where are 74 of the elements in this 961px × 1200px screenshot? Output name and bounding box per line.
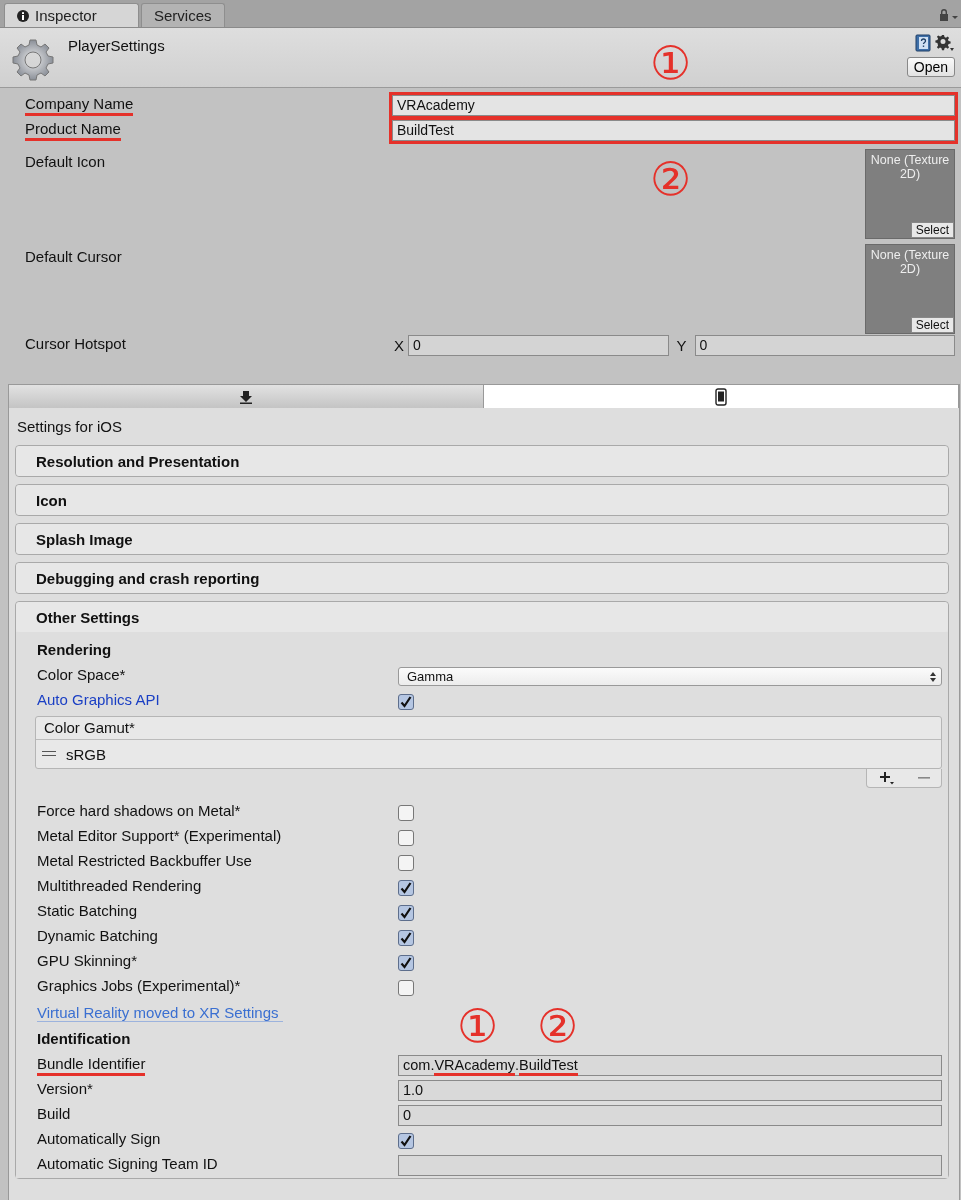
- drag-handle-icon[interactable]: [42, 751, 56, 757]
- setting-label: Bundle Identifier: [37, 1055, 146, 1076]
- field-label: Product Name: [25, 120, 121, 141]
- list-header: Color Gamut*: [36, 717, 941, 740]
- inspector-tab[interactable]: Inspector: [4, 3, 139, 27]
- section-header[interactable]: Debugging and crash reporting: [16, 563, 948, 593]
- phone-icon: [715, 387, 727, 406]
- platform-settings-title: Settings for iOS: [16, 417, 124, 437]
- checkbox[interactable]: [398, 1132, 414, 1149]
- setting-label: Metal Restricted Backbuffer Use: [37, 852, 252, 871]
- checkbox[interactable]: [398, 904, 414, 921]
- checkbox[interactable]: [398, 829, 414, 846]
- setting-label: Graphics Jobs (Experimental)*: [37, 977, 241, 996]
- setting-label: GPU Skinning*: [37, 952, 138, 971]
- setting-label: Automatic Signing Team ID: [37, 1155, 218, 1174]
- settings-icon[interactable]: [935, 34, 955, 52]
- info-icon: [17, 9, 29, 22]
- checkbox[interactable]: [398, 854, 414, 871]
- select-button[interactable]: Select: [910, 222, 954, 238]
- stepper-arrows-icon: [930, 672, 936, 682]
- setting-label: Metal Editor Support* (Experimental): [37, 827, 282, 846]
- axis-label: X: [394, 337, 404, 354]
- setting-label: Auto Graphics API: [37, 691, 160, 710]
- texture-slot[interactable]: None (Texture 2D) Select: [865, 149, 955, 239]
- setting-label: Force hard shadows on Metal*: [37, 802, 241, 821]
- download-icon: [239, 389, 253, 404]
- setting-label: Version*: [37, 1080, 93, 1099]
- lock-icon[interactable]: [939, 9, 959, 21]
- field-label: Cursor Hotspot: [25, 335, 126, 354]
- gear-icon: [11, 38, 55, 82]
- field-label: Default Icon: [25, 153, 106, 172]
- setting-label: Dynamic Batching: [37, 927, 158, 946]
- group-heading: Rendering: [37, 640, 112, 660]
- open-button[interactable]: Open: [906, 57, 955, 77]
- group-heading: Identification: [37, 1029, 131, 1049]
- remove-icon[interactable]: [917, 776, 930, 780]
- section-header[interactable]: Splash Image: [16, 524, 948, 554]
- field-label: Company Name: [25, 95, 134, 116]
- checkbox[interactable]: [398, 954, 414, 971]
- setting-label: Build: [37, 1105, 71, 1124]
- number-field[interactable]: 0: [694, 335, 955, 356]
- list-item[interactable]: sRGB: [36, 740, 941, 768]
- setting-label: Static Batching: [37, 902, 138, 921]
- checkbox[interactable]: [398, 879, 414, 896]
- annotation-marker: ②: [650, 156, 692, 202]
- inspector-tab[interactable]: Services: [141, 3, 225, 27]
- annotation-marker: ①: [650, 40, 692, 86]
- axis-label: Y: [676, 337, 687, 354]
- bundle-identifier-field[interactable]: com.VRAcademy.BuildTest: [398, 1055, 942, 1076]
- texture-slot[interactable]: None (Texture 2D) Select: [865, 244, 955, 334]
- select-button[interactable]: Select: [910, 317, 954, 333]
- field-label: Default Cursor: [25, 248, 122, 267]
- checkbox[interactable]: [398, 804, 414, 821]
- add-icon[interactable]: [878, 771, 895, 785]
- inspector-title: PlayerSettings: [68, 37, 165, 56]
- setting-label: Multithreaded Rendering: [37, 877, 202, 896]
- checkbox[interactable]: [398, 929, 414, 946]
- checkbox[interactable]: [398, 979, 414, 996]
- text-field[interactable]: 1.0: [398, 1080, 942, 1101]
- xr-settings-link[interactable]: Virtual Reality moved to XR Settings: [37, 1003, 283, 1022]
- number-field[interactable]: 0: [408, 335, 669, 356]
- section-header[interactable]: Resolution and Presentation: [16, 446, 948, 476]
- help-book-icon[interactable]: [915, 34, 931, 52]
- setting-label: Color Space*: [37, 666, 126, 685]
- text-field[interactable]: 0: [398, 1105, 942, 1126]
- checkbox[interactable]: [398, 693, 414, 710]
- text-field[interactable]: [398, 1155, 942, 1176]
- section-header[interactable]: Icon: [16, 485, 948, 515]
- text-field[interactable]: BuildTest: [392, 120, 955, 141]
- annotation-marker: ②: [537, 1003, 579, 1049]
- annotation-marker: ①: [457, 1003, 499, 1049]
- setting-label: Automatically Sign: [37, 1130, 161, 1149]
- dropdown[interactable]: Gamma: [398, 667, 942, 686]
- text-field[interactable]: VRAcademy: [392, 95, 955, 116]
